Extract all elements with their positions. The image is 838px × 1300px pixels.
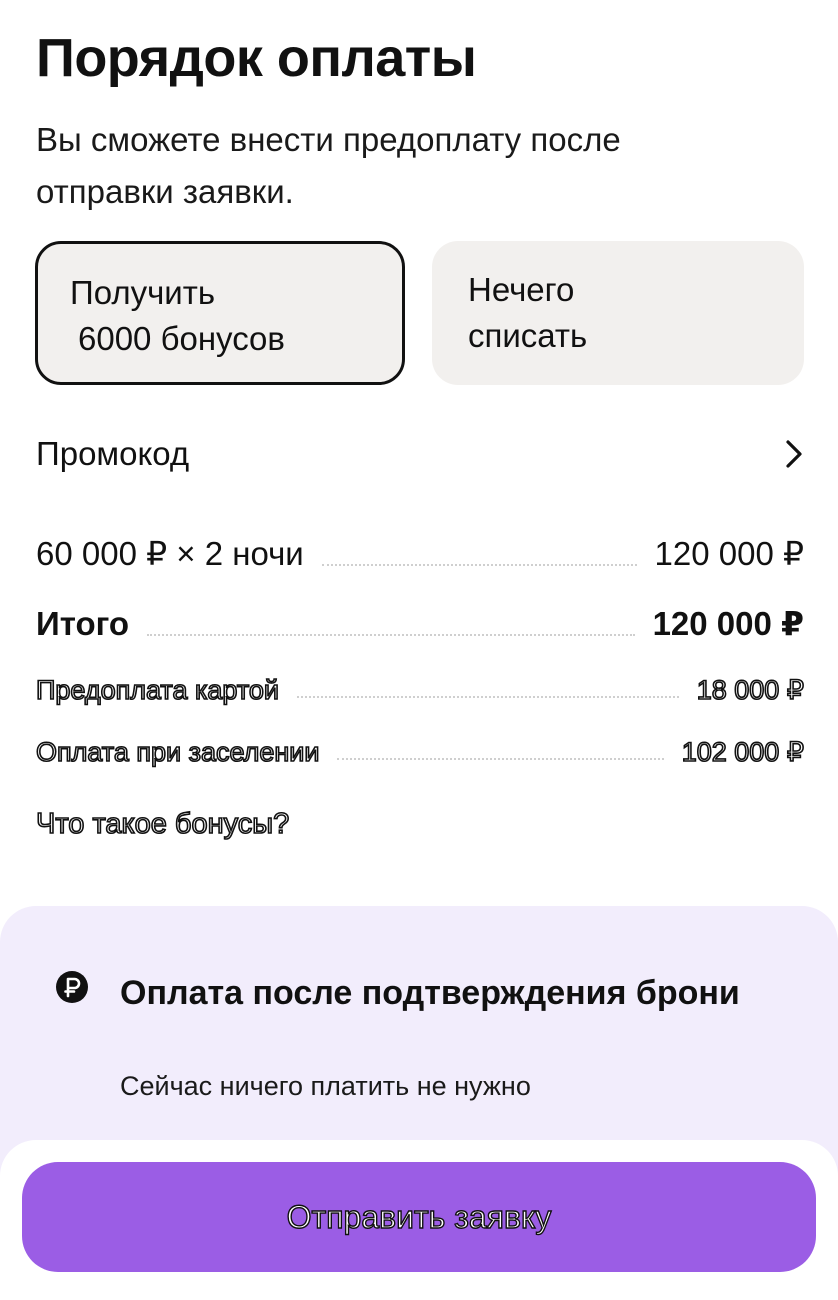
bonus-option-earn-line2: 6000 бонусов — [78, 320, 285, 357]
price-nights-value: 120 000 ₽ — [654, 535, 804, 572]
bonus-option-spend[interactable]: Нечего списать — [432, 241, 804, 385]
promo-code-row[interactable]: Промокод — [36, 424, 804, 484]
payment-info-title: Оплата после подтверждения брони — [120, 974, 740, 1012]
price-row-checkin: Оплата при заселении 102 000 ₽ — [35, 734, 805, 770]
page-subtitle: Вы сможете внести предоплату после отпра… — [36, 121, 621, 210]
chevron-right-icon — [784, 438, 804, 470]
payment-info-subtitle: Сейчас ничего платить не нужно — [120, 1071, 531, 1101]
price-checkin-value: 102 000 ₽ — [681, 736, 805, 768]
bonus-option-earn[interactable]: Получить 6000 бонусов — [35, 241, 405, 385]
page-title: Порядок оплаты — [36, 28, 477, 88]
promo-code-label: Промокод — [36, 435, 190, 472]
price-row-total: Итого 120 000 ₽ — [36, 602, 804, 646]
price-row-nights: 60 000 ₽ × 2 ночи 120 000 ₽ — [36, 532, 804, 576]
bonus-option-spend-line1: Нечего — [468, 271, 575, 308]
bonus-option-earn-line1: Получить — [70, 274, 216, 311]
dotted-leader — [147, 634, 635, 636]
price-prepay-label: Предоплата картой — [35, 674, 280, 706]
price-total-label: Итого — [36, 605, 130, 642]
bonus-option-spend-line2: списать — [468, 317, 588, 354]
payment-screen: Порядок оплаты Вы сможете внести предопл… — [0, 0, 838, 1300]
what-are-bonuses-link[interactable]: Что такое бонусы? — [35, 804, 290, 844]
dotted-leader — [321, 564, 637, 566]
price-total-value: 120 000 ₽ — [652, 605, 804, 642]
price-row-prepay: Предоплата картой 18 000 ₽ — [35, 672, 805, 708]
price-checkin-label: Оплата при заселении — [35, 736, 320, 768]
dotted-leader — [297, 696, 679, 698]
price-prepay-value: 18 000 ₽ — [696, 674, 805, 706]
price-nights-label: 60 000 ₽ × 2 ночи — [36, 535, 304, 572]
dotted-leader — [337, 758, 664, 760]
ruble-circle-icon — [55, 970, 89, 1004]
submit-request-button[interactable]: Отправить заявку — [22, 1162, 816, 1272]
